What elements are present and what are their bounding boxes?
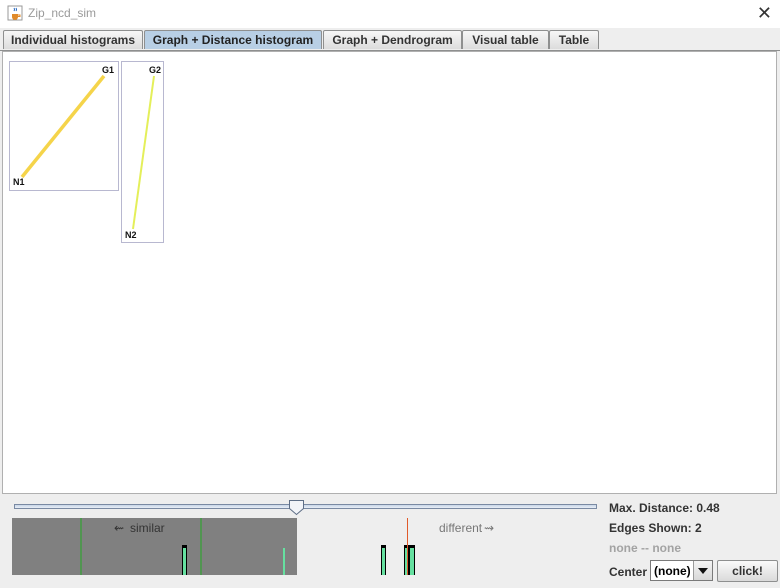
node-label-bottom: N1 [13, 177, 25, 187]
node-label-bottom: N2 [125, 230, 137, 240]
similar-arrow-icon: ⇜ [114, 521, 124, 535]
tab-individual-histograms[interactable]: Individual histograms [3, 30, 143, 49]
graph-edge-1 [20, 74, 106, 179]
tab-visual-table[interactable]: Visual table [462, 30, 549, 49]
distance-controls: ⇜ similar different ⇝ Max. Distance: 0.4… [0, 496, 780, 588]
histogram-bar [405, 548, 407, 575]
title-bar: Zip_ncd_sim ✕ [0, 0, 780, 28]
graph-edge-2 [132, 75, 155, 230]
distance-histogram: ⇜ similar different ⇝ [12, 518, 494, 575]
graph-box-1[interactable]: G1 N1 [9, 61, 119, 191]
node-label-top: G2 [149, 65, 162, 75]
center-dropdown[interactable]: (none) [650, 560, 713, 581]
distance-slider-track[interactable] [14, 504, 597, 509]
tab-table[interactable]: Table [549, 30, 599, 49]
graph-box-2[interactable]: G2 N2 [121, 61, 164, 243]
center-label: Center [609, 565, 648, 579]
tab-bar: Individual histograms Graph + Distance h… [0, 28, 780, 51]
histogram-bar [382, 548, 385, 575]
different-arrow-icon: ⇝ [484, 521, 494, 535]
similar-label: similar [130, 521, 165, 535]
distance-slider-thumb[interactable] [288, 499, 305, 516]
window-title: Zip_ncd_sim [28, 6, 97, 20]
edges-shown-label: Edges Shown: 2 [609, 521, 702, 535]
histogram-bar [283, 548, 285, 575]
tab-graph-distance-histogram[interactable]: Graph + Distance histogram [144, 30, 322, 49]
histogram-bar [410, 548, 414, 575]
max-distance-label: Max. Distance: 0.48 [609, 501, 720, 515]
center-dropdown-value: (none) [654, 564, 691, 578]
node-label-top: G1 [102, 65, 115, 75]
selection-label: none -- none [609, 541, 681, 555]
java-cup-icon [7, 5, 23, 21]
dropdown-arrow-icon[interactable] [693, 561, 712, 580]
different-label: different [439, 521, 483, 535]
graph-panel: G1 N1 G2 N2 [2, 51, 777, 494]
close-icon[interactable]: ✕ [757, 3, 772, 23]
histogram-bar [183, 548, 186, 575]
tab-graph-dendrogram[interactable]: Graph + Dendrogram [323, 30, 462, 49]
click-button[interactable]: click! [717, 560, 778, 582]
